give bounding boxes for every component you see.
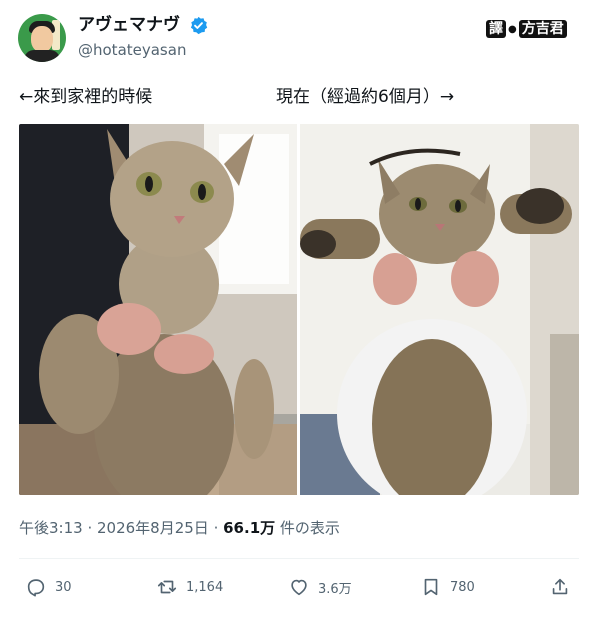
share-button[interactable] <box>549 575 571 599</box>
cat-photo-then[interactable] <box>19 124 297 495</box>
bookmark-icon <box>424 578 438 596</box>
retweet-icon <box>157 580 177 594</box>
retweet-count: 1,164 <box>186 579 224 595</box>
divider <box>19 558 579 559</box>
like-count: 3.6万 <box>318 581 352 597</box>
views-count: 66.1万 <box>223 519 276 537</box>
reply-count: 30 <box>55 579 72 595</box>
cat-photo-then-image <box>19 124 297 495</box>
watermark-left: 譯 <box>486 20 506 38</box>
heart-icon <box>291 579 307 596</box>
caption-then: ←來到家裡的時候 <box>19 87 153 107</box>
meta-separator: · <box>208 519 224 537</box>
photo-grid <box>19 124 579 495</box>
translator-watermark: 譯 ● 方吉君 <box>486 20 567 38</box>
views-label: 件の表示 <box>275 519 340 537</box>
cat-photo-now[interactable] <box>300 124 579 495</box>
tweet-meta: 午後3:13 · 2026年8月25日 · 66.1万 件の表示 <box>19 518 340 538</box>
share-icon <box>552 578 568 595</box>
retweet-button[interactable]: 1,164 <box>156 575 223 599</box>
tweet-time[interactable]: 午後3:13 <box>19 519 83 537</box>
meta-separator: · <box>82 519 97 537</box>
tweet-date[interactable]: 2026年8月25日 <box>97 519 209 537</box>
caption-now: 現在（經過約6個月）→ <box>276 87 455 107</box>
verified-badge-icon <box>190 16 208 35</box>
watermark-separator-icon: ● <box>508 23 517 35</box>
bookmark-count: 780 <box>450 579 475 595</box>
like-button[interactable]: 3.6万 <box>288 575 352 599</box>
watermark-right: 方吉君 <box>518 20 567 38</box>
avatar-face <box>31 26 53 52</box>
author-handle[interactable]: @hotateyasan <box>78 40 186 60</box>
avatar[interactable] <box>18 14 66 62</box>
author-display-name[interactable]: アヴェマナヴ <box>78 14 180 36</box>
reply-icon <box>27 579 45 597</box>
cat-photo-now-image <box>300 124 579 495</box>
avatar-shirt <box>24 50 60 62</box>
bookmark-button[interactable]: 780 <box>420 575 475 599</box>
reply-button[interactable]: 30 <box>25 575 72 599</box>
